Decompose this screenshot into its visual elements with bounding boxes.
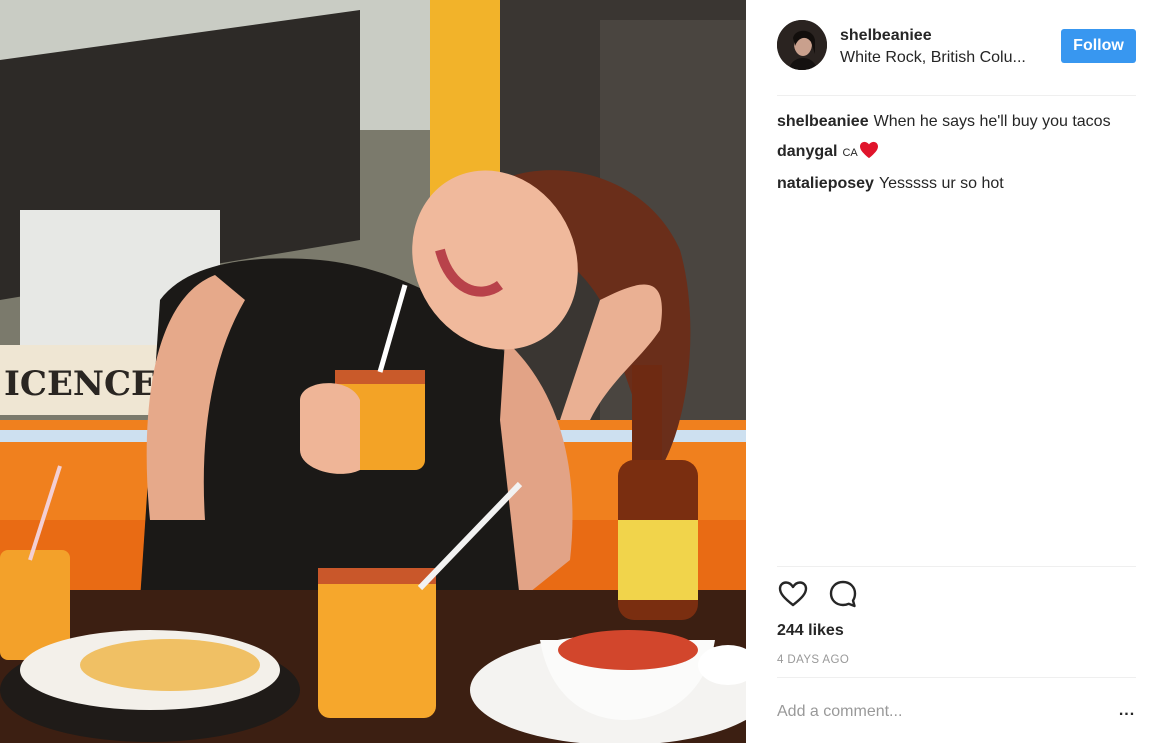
heart-icon[interactable]: [777, 578, 811, 612]
comment-item: natalieposey Yesssss ur so hot: [777, 174, 1142, 194]
post-timestamp[interactable]: 4 DAYS AGO: [777, 654, 849, 666]
header-divider: [777, 95, 1136, 96]
comment-item: shelbeaniee When he says he'll buy you ta…: [777, 112, 1142, 132]
comment-text: CA: [842, 147, 858, 159]
photo-illustration: ICENCED P: [0, 0, 746, 743]
actions-divider: [777, 566, 1136, 567]
add-comment-input[interactable]: [777, 696, 1097, 728]
comment-username[interactable]: shelbeaniee: [777, 113, 869, 130]
author-location[interactable]: White Rock, British Colu...: [840, 49, 1026, 67]
more-options-icon[interactable]: ...: [1116, 700, 1138, 722]
avatar-image: [777, 20, 827, 70]
comment-text: When he says he'll buy you tacos: [873, 113, 1111, 130]
red-heart-icon: [859, 141, 879, 165]
comments-list: shelbeaniee When he says he'll buy you ta…: [777, 112, 1142, 203]
comment-box-divider: [777, 677, 1136, 678]
comment-bubble-icon[interactable]: [827, 578, 861, 612]
post-header: shelbeaniee White Rock, British Colu... …: [746, 0, 1161, 96]
comment-username[interactable]: natalieposey: [777, 175, 874, 192]
post-photo[interactable]: ICENCED P: [0, 0, 746, 743]
likes-count[interactable]: 244 likes: [777, 622, 844, 640]
instagram-post: ICENCED P shelbeaniee White Rock, Britis…: [0, 0, 1161, 743]
author-username[interactable]: shelbeaniee: [840, 27, 932, 45]
comment-username[interactable]: danygal: [777, 143, 837, 160]
post-side-panel: shelbeaniee White Rock, British Colu... …: [746, 0, 1161, 743]
comment-item: danygal CA: [777, 141, 1142, 165]
comment-text: Yesssss ur so hot: [878, 175, 1004, 192]
follow-button[interactable]: Follow: [1061, 29, 1136, 63]
avatar[interactable]: [777, 20, 827, 70]
